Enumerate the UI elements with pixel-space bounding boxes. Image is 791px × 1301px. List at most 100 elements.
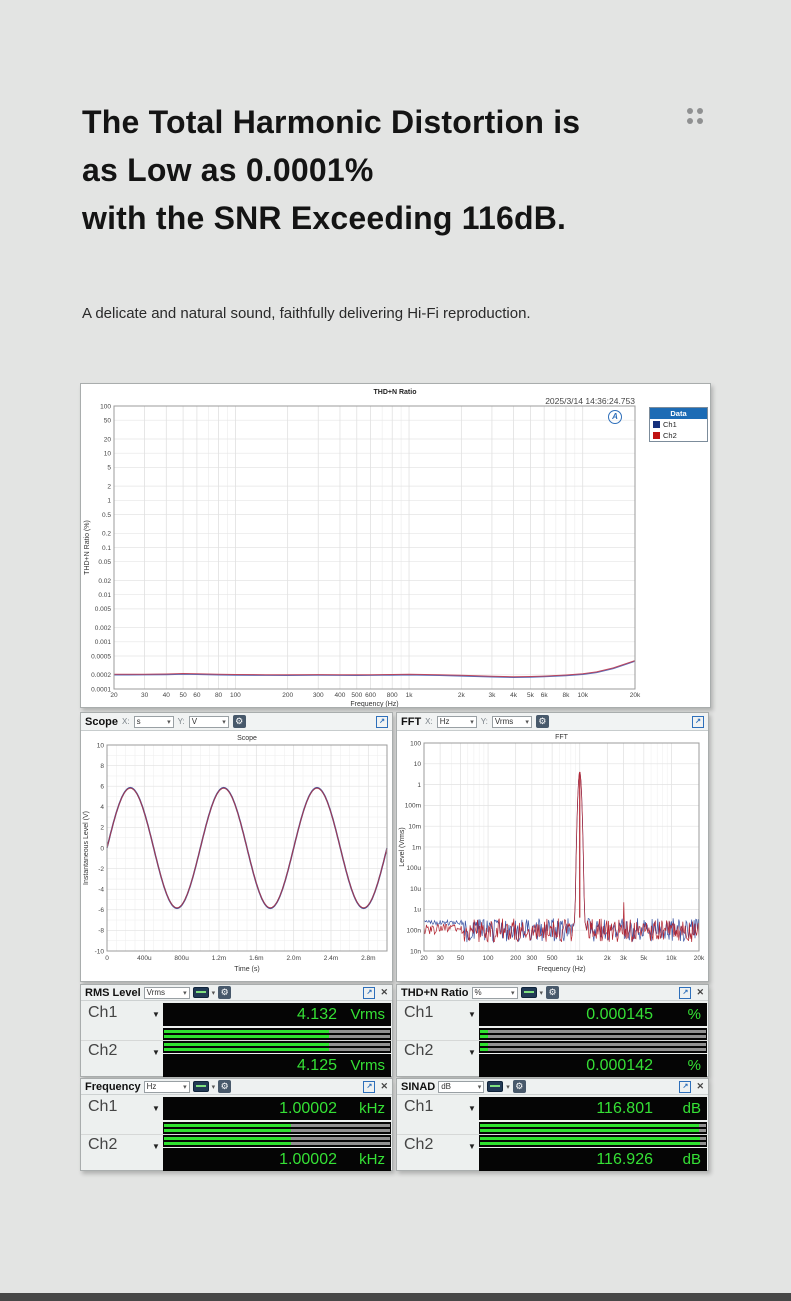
close-icon[interactable]: ✕ [696, 987, 704, 998]
ch1-swatch [653, 421, 660, 428]
close-icon[interactable]: ✕ [696, 1081, 704, 1092]
svg-text:-10: -10 [95, 948, 105, 955]
svg-text:200: 200 [282, 692, 293, 699]
unit-value: Vrms [147, 988, 165, 997]
value-display: 0.000145% [479, 1003, 707, 1026]
svg-text:0.2: 0.2 [102, 531, 111, 538]
svg-text:30: 30 [437, 955, 445, 962]
settings-gear-icon[interactable]: ⚙ [233, 715, 246, 728]
svg-text:100m: 100m [405, 803, 421, 810]
meter-display-icon[interactable] [521, 987, 537, 998]
channel-dropdown-icon[interactable]: ▼ [468, 1104, 476, 1113]
value-unit: dB [653, 1100, 707, 1117]
svg-text:-8: -8 [98, 928, 104, 935]
channel-dropdown-icon[interactable]: ▼ [468, 1142, 476, 1151]
svg-text:0.002: 0.002 [95, 625, 112, 632]
settings-gear-icon[interactable]: ⚙ [218, 1080, 231, 1093]
unit-dropdown[interactable]: %▾ [472, 987, 518, 999]
svg-text:0: 0 [105, 955, 109, 962]
chevron-down-icon[interactable]: ▾ [540, 989, 544, 997]
fft-chart-canvas: 100101100m10m1m100u10u1u100n10n203050100… [397, 731, 708, 981]
settings-gear-icon[interactable]: ⚙ [546, 986, 559, 999]
svg-text:-6: -6 [98, 907, 104, 914]
close-icon[interactable]: ✕ [380, 987, 388, 998]
svg-text:2: 2 [107, 483, 111, 490]
svg-text:100n: 100n [407, 928, 422, 935]
grid-dots-menu-icon[interactable] [687, 108, 711, 132]
chevron-down-icon[interactable]: ▾ [506, 1083, 510, 1091]
svg-text:2.4m: 2.4m [324, 955, 338, 962]
svg-text:FFT: FFT [555, 734, 569, 741]
meter-display-icon[interactable] [193, 1081, 209, 1092]
channel-dropdown-icon[interactable]: ▼ [152, 1048, 160, 1057]
svg-text:1.2m: 1.2m [212, 955, 226, 962]
meter-display-icon[interactable] [487, 1081, 503, 1092]
scope-chart-canvas: 0400u800u1.2m1.6m2.0m2.4m2.8m-10-8-6-4-2… [81, 731, 392, 981]
value-number: 116.801 [479, 1100, 653, 1118]
channel-dropdown-icon[interactable]: ▼ [152, 1104, 160, 1113]
y-axis-prefix: Y: [481, 717, 488, 726]
meter-display-icon[interactable] [193, 987, 209, 998]
expand-icon[interactable]: ↗ [376, 716, 388, 728]
svg-text:30: 30 [141, 692, 149, 699]
settings-gear-icon[interactable]: ⚙ [513, 1080, 526, 1093]
rms-level-panel: RMS Level Vrms▾ ▾ ⚙ ↗ ✕ Ch1 ▼ 4.132Vrms … [80, 984, 393, 1077]
channel-dropdown-icon[interactable]: ▼ [468, 1048, 476, 1057]
svg-text:400u: 400u [137, 955, 152, 962]
unit-dropdown[interactable]: Hz▾ [144, 1081, 190, 1093]
svg-text:-4: -4 [98, 887, 104, 894]
channel-dropdown-icon[interactable]: ▼ [152, 1010, 160, 1019]
svg-text:80: 80 [215, 692, 223, 699]
channel-dropdown-icon[interactable]: ▼ [468, 1010, 476, 1019]
svg-text:200: 200 [510, 955, 521, 962]
expand-icon[interactable]: ↗ [363, 1081, 375, 1093]
settings-gear-icon[interactable]: ⚙ [218, 986, 231, 999]
unit-value: Hz [147, 1082, 157, 1091]
svg-text:50: 50 [179, 692, 187, 699]
svg-text:10k: 10k [577, 692, 588, 699]
chevron-down-icon: ▾ [183, 989, 187, 997]
title-line-2: as Low as 0.0001% [82, 146, 580, 194]
y-unit-dropdown[interactable]: V▾ [189, 716, 229, 728]
svg-text:Level (Vrms): Level (Vrms) [399, 827, 406, 866]
unit-dropdown[interactable]: dB▾ [438, 1081, 484, 1093]
value-display: 116.926dB [479, 1148, 707, 1171]
chevron-down-icon[interactable]: ▾ [212, 1083, 216, 1091]
x-unit-dropdown[interactable]: s▾ [134, 716, 174, 728]
scope-toolbar: Scope X: s▾ Y: V▾ ⚙ ↗ [81, 713, 392, 731]
svg-text:6k: 6k [541, 692, 549, 699]
svg-text:8: 8 [100, 763, 104, 770]
value-number: 4.132 [163, 1006, 337, 1024]
channel-dropdown-icon[interactable]: ▼ [152, 1142, 160, 1151]
svg-text:20: 20 [104, 436, 112, 443]
svg-text:300: 300 [313, 692, 324, 699]
svg-text:50: 50 [104, 417, 112, 424]
expand-icon[interactable]: ↗ [692, 716, 704, 728]
value-number: 1.00002 [163, 1100, 337, 1118]
settings-gear-icon[interactable]: ⚙ [536, 715, 549, 728]
value-number: 116.926 [479, 1151, 653, 1169]
value-unit: kHz [337, 1151, 391, 1168]
unit-dropdown[interactable]: Vrms ▾ [144, 987, 190, 999]
value-unit: % [653, 1057, 707, 1074]
x-unit-dropdown[interactable]: Hz▾ [437, 716, 477, 728]
svg-text:0.005: 0.005 [95, 606, 112, 613]
svg-text:1: 1 [417, 782, 421, 789]
chevron-down-icon[interactable]: ▾ [212, 989, 216, 997]
value-display: 116.801dB [479, 1097, 707, 1120]
value-unit: kHz [337, 1100, 391, 1117]
close-icon[interactable]: ✕ [380, 1081, 388, 1092]
panel-title: THD+N Ratio [401, 987, 469, 999]
svg-text:50: 50 [457, 955, 465, 962]
expand-icon[interactable]: ↗ [679, 1081, 691, 1093]
svg-text:0.02: 0.02 [98, 578, 111, 585]
y-unit-dropdown[interactable]: Vrms▾ [492, 716, 532, 728]
value-unit: Vrms [337, 1057, 391, 1074]
svg-text:100: 100 [230, 692, 241, 699]
svg-text:600: 600 [365, 692, 376, 699]
x-unit-value: s [137, 717, 141, 726]
level-meter-bar [479, 1028, 707, 1040]
expand-icon[interactable]: ↗ [363, 987, 375, 999]
expand-icon[interactable]: ↗ [679, 987, 691, 999]
svg-text:800u: 800u [174, 955, 189, 962]
